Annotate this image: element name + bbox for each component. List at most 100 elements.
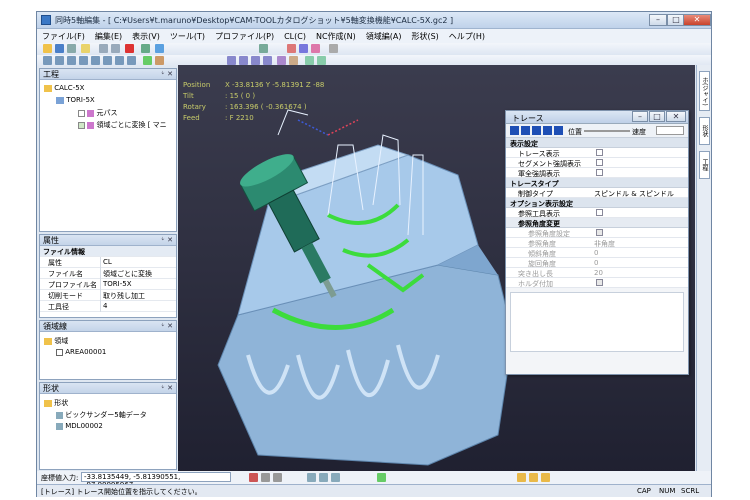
shade-icon[interactable] (143, 56, 152, 65)
arc-icon[interactable] (311, 44, 320, 53)
panel-pin-close-icon[interactable]: ᛎ ✕ (161, 69, 173, 80)
right-tab-0[interactable]: ホ(ジャイ) (699, 71, 710, 111)
view-back-icon[interactable] (91, 56, 100, 65)
snap-point-icon[interactable] (307, 473, 316, 482)
menu-nc[interactable]: NC作成(N) (311, 29, 361, 42)
menu-shape[interactable]: 形状(S) (406, 29, 443, 42)
pan-icon[interactable] (239, 56, 248, 65)
save-icon[interactable] (55, 44, 64, 53)
grid-icon[interactable] (277, 56, 286, 65)
copy-icon[interactable] (141, 44, 150, 53)
clip-icon[interactable] (317, 56, 326, 65)
tree-node-bigthunder[interactable]: ビックサンダー5軸データ (56, 410, 147, 420)
undo-icon[interactable] (99, 44, 108, 53)
snap-icon[interactable] (261, 473, 270, 482)
fit-icon[interactable] (263, 56, 272, 65)
snap-edge-icon[interactable] (319, 473, 328, 482)
menu-tools[interactable]: ツール(T) (165, 29, 210, 42)
play-icon[interactable] (532, 126, 541, 135)
row-reference-tool[interactable]: 参照工具表示 (506, 208, 688, 218)
reference-tool-checkbox[interactable] (596, 209, 603, 216)
attr-row[interactable]: 切削モード 取り残し加工 (40, 290, 176, 301)
menu-area[interactable]: 領域編(A) (361, 29, 407, 42)
trace-maximize-button[interactable]: □ (649, 111, 665, 122)
option-icon[interactable] (529, 473, 538, 482)
view-side-icon[interactable] (79, 56, 88, 65)
row-trace-show[interactable]: トレース表示 (506, 148, 688, 158)
menu-cl[interactable]: CL(C) (279, 30, 311, 41)
print-icon[interactable] (67, 44, 76, 53)
checked-checkbox-icon[interactable] (78, 121, 85, 129)
wire-icon[interactable] (155, 56, 164, 65)
section-display[interactable]: 表示設定 (506, 138, 688, 148)
rotate-icon[interactable] (251, 56, 260, 65)
help-icon[interactable] (81, 44, 90, 53)
section-icon[interactable] (305, 56, 314, 65)
delete-icon[interactable] (125, 44, 134, 53)
attr-row[interactable]: ファイル名 領域ごとに変換 (40, 268, 176, 279)
filter-icon[interactable] (329, 44, 338, 53)
segment-highlight-checkbox[interactable] (596, 159, 603, 166)
title-bar[interactable]: 同時5軸編集 - [ C:¥Users¥t.maruno¥Desktop¥CAM… (37, 12, 711, 29)
redo-icon[interactable] (111, 44, 120, 53)
section-trace-type[interactable]: トレースタイプ (506, 178, 688, 188)
menu-view[interactable]: 表示(V) (127, 29, 165, 42)
view-left-icon[interactable] (115, 56, 124, 65)
tree-node-converted[interactable]: 領域ごとに変換 [ マニ (78, 120, 167, 130)
tree-node-shape-root[interactable]: 形状 (44, 398, 68, 408)
view-right-icon[interactable] (127, 56, 136, 65)
view-top-icon[interactable] (55, 56, 64, 65)
trace-title-bar[interactable]: トレース – □ ✕ (506, 111, 688, 124)
section-angle-change[interactable]: 参照角度変更 (506, 218, 688, 228)
attr-row[interactable]: 工具径 4 (40, 301, 176, 312)
speed-select[interactable] (656, 126, 684, 135)
measure-icon[interactable] (259, 44, 268, 53)
trace-show-checkbox[interactable] (596, 149, 603, 156)
right-tab-2[interactable]: 工程 (699, 151, 710, 179)
step-back-icon[interactable] (521, 126, 530, 135)
attr-row[interactable]: プロファイル名 TORI-5X (40, 279, 176, 290)
panel-pin-close-icon[interactable]: ᛎ ✕ (161, 321, 173, 332)
line-icon[interactable] (299, 44, 308, 53)
tree-node-tori[interactable]: TORI-5X (56, 96, 95, 104)
coord-input[interactable]: -33.8135449, -5.81390551, -97.99995967 (81, 472, 231, 489)
snap-center-icon[interactable] (331, 473, 340, 482)
axis-icon[interactable] (289, 56, 298, 65)
row-controller-type[interactable]: 制御タイプ スピンドル & スピンドル (506, 188, 688, 198)
panel-pin-close-icon[interactable]: ᛎ ✕ (161, 235, 173, 246)
checkbox-icon[interactable] (78, 109, 85, 117)
view-bottom-icon[interactable] (103, 56, 112, 65)
rewind-icon[interactable] (510, 126, 519, 135)
tree-node-calc[interactable]: CALC-5X (44, 84, 84, 92)
minimize-button[interactable]: – (649, 14, 667, 26)
close-button[interactable]: ✕ (683, 14, 711, 26)
section-option[interactable]: オプション表示設定 (506, 198, 688, 208)
menu-edit[interactable]: 編集(E) (90, 29, 127, 42)
option-icon[interactable] (541, 473, 550, 482)
open-icon[interactable] (43, 44, 52, 53)
trace-close-button[interactable]: ✕ (666, 111, 686, 122)
stop-icon[interactable] (249, 473, 258, 482)
stop-icon[interactable] (554, 126, 563, 135)
position-slider[interactable] (584, 130, 630, 132)
point-icon[interactable] (287, 44, 296, 53)
menu-profile[interactable]: プロファイル(P) (210, 29, 279, 42)
snap-icon[interactable] (273, 473, 282, 482)
row-segment-highlight[interactable]: セグメント強調表示 (506, 158, 688, 168)
tree-node-original-path[interactable]: 元パス (78, 108, 117, 118)
right-tab-1[interactable]: 形状 (699, 117, 710, 145)
view-front-icon[interactable] (67, 56, 76, 65)
attributes-section[interactable]: ファイル情報 (40, 246, 176, 257)
zoom-icon[interactable] (227, 56, 236, 65)
trace-minimize-button[interactable]: – (632, 111, 648, 122)
attr-row[interactable]: 属性 CL (40, 257, 176, 268)
row-interference[interactable]: 軍全強調表示 (506, 168, 688, 178)
menu-help[interactable]: ヘルプ(H) (444, 29, 490, 42)
panel-pin-close-icon[interactable]: ᛎ ✕ (161, 383, 173, 394)
menu-file[interactable]: ファイル(F) (37, 29, 90, 42)
tree-node-area00001[interactable]: AREA00001 (56, 348, 106, 356)
tree-node-area-root[interactable]: 領域 (44, 336, 68, 346)
interference-checkbox[interactable] (596, 169, 603, 176)
layer-icon[interactable] (155, 44, 164, 53)
view-iso-icon[interactable] (43, 56, 52, 65)
